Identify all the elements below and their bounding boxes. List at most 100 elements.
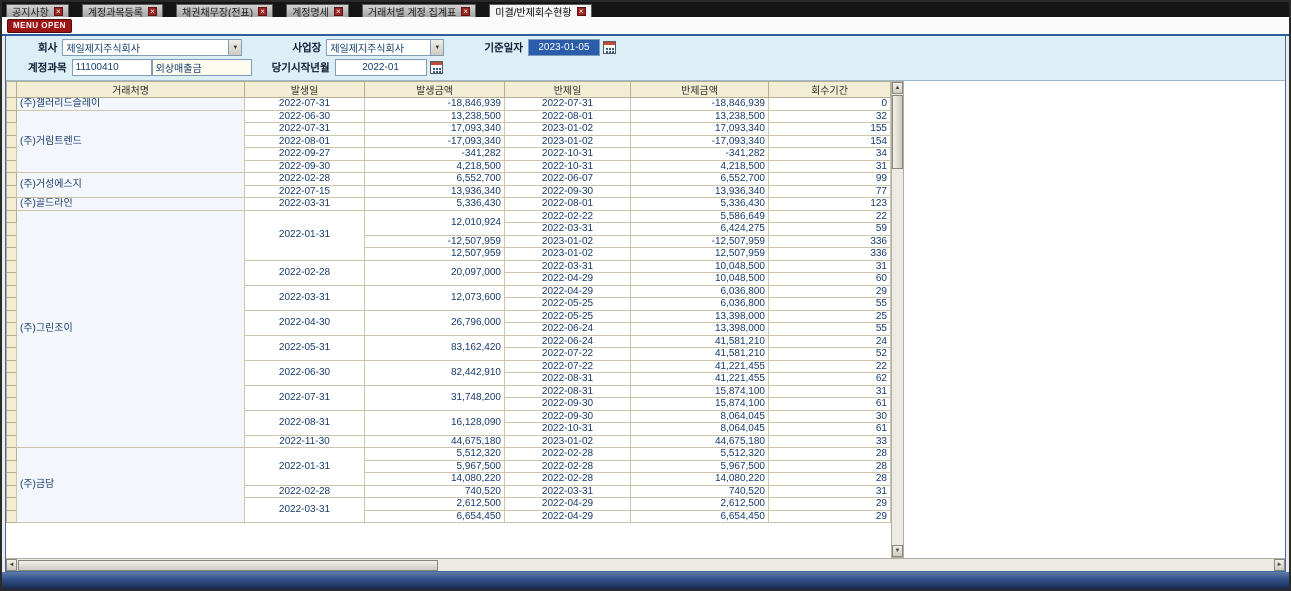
chevron-down-icon[interactable] xyxy=(228,40,241,55)
cell-collection-days: 29 xyxy=(769,510,891,523)
cell-settle-amount: -18,846,939 xyxy=(631,98,769,111)
cell-settle-amount: 12,507,959 xyxy=(631,248,769,261)
cell-occur-amount: 12,010,924 xyxy=(365,210,505,235)
cell-settle-date: 2022-08-31 xyxy=(505,373,631,386)
tab-6[interactable]: 미결/반제회수현황 xyxy=(489,4,591,17)
cell-collection-days: 60 xyxy=(769,273,891,286)
cell-settle-date: 2022-02-28 xyxy=(505,448,631,461)
cell-collection-days: 123 xyxy=(769,198,891,211)
company-select[interactable]: 제일제지주식회사 xyxy=(62,39,242,56)
scroll-right-icon[interactable] xyxy=(1274,559,1285,571)
cell-settle-date: 2023-01-02 xyxy=(505,235,631,248)
scroll-down-icon[interactable] xyxy=(892,545,903,557)
calendar-icon[interactable] xyxy=(603,41,616,54)
table-row[interactable]: (주)갤러리드슬레이2022-07-31-18,846,9392022-07-3… xyxy=(7,98,891,111)
table-row[interactable]: (주)금담2022-01-315,512,3202022-02-285,512,… xyxy=(7,448,891,461)
chevron-down-icon[interactable] xyxy=(430,40,443,55)
tab-5[interactable]: 거래처별 계정 집계표 xyxy=(362,4,476,17)
cell-collection-days: 336 xyxy=(769,248,891,261)
cell-settle-date: 2022-10-31 xyxy=(505,160,631,173)
base-date-label: 기준일자 xyxy=(484,40,523,55)
vertical-scrollbar[interactable] xyxy=(891,81,904,558)
cell-occur-amount: 82,442,910 xyxy=(365,360,505,385)
tab-4[interactable]: 계정명세 xyxy=(286,4,349,17)
data-grid: 거래처명발생일발생금액반제일반제금액회수기간 (주)갤러리드슬레이2022-07… xyxy=(6,81,891,558)
scroll-left-icon[interactable] xyxy=(6,559,17,571)
cell-settle-date: 2022-05-25 xyxy=(505,298,631,311)
table-row[interactable]: (주)골드라인2022-03-315,336,4302022-08-015,33… xyxy=(7,198,891,211)
cell-settle-amount: 6,036,800 xyxy=(631,298,769,311)
base-date-input[interactable]: 2023-01-05 xyxy=(528,39,600,56)
cell-collection-days: 31 xyxy=(769,385,891,398)
content-area: 회사 제일제지주식회사 사업장 제일제지주식회사 기준일자 2023-01-05… xyxy=(5,36,1286,572)
cell-occur-date: 2022-03-31 xyxy=(245,198,365,211)
tab-close-icon[interactable] xyxy=(334,7,343,16)
cell-occur-amount: -12,507,959 xyxy=(365,235,505,248)
cell-settle-amount: 8,064,045 xyxy=(631,410,769,423)
calendar-icon[interactable] xyxy=(430,61,443,74)
cell-settle-amount: 41,221,455 xyxy=(631,360,769,373)
cell-settle-date: 2022-10-31 xyxy=(505,148,631,161)
cell-collection-days: 99 xyxy=(769,173,891,186)
cell-settle-amount: 13,398,000 xyxy=(631,323,769,336)
cell-occur-date: 2022-02-28 xyxy=(245,485,365,498)
cell-settle-amount: 15,874,100 xyxy=(631,385,769,398)
filter-panel: 회사 제일제지주식회사 사업장 제일제지주식회사 기준일자 2023-01-05… xyxy=(6,36,1285,81)
row-indicator xyxy=(7,448,17,461)
cell-collection-days: 155 xyxy=(769,123,891,136)
menu-band: MENU OPEN xyxy=(2,17,1289,34)
table-row[interactable]: (주)거림트렌드2022-06-3013,238,5002022-08-0113… xyxy=(7,110,891,123)
row-indicator xyxy=(7,323,17,336)
cell-occur-amount: -18,846,939 xyxy=(365,98,505,111)
cell-collection-days: 34 xyxy=(769,148,891,161)
period-input[interactable]: 2022-01 xyxy=(335,59,427,76)
cell-occur-date: 2022-09-30 xyxy=(245,160,365,173)
row-indicator xyxy=(7,260,17,273)
table-row[interactable]: (주)그린조이2022-01-3112,010,9242022-02-225,5… xyxy=(7,210,891,223)
scroll-up-icon[interactable] xyxy=(892,82,903,94)
tab-close-icon[interactable] xyxy=(461,7,470,16)
cell-occur-date: 2022-07-31 xyxy=(245,123,365,136)
tab-close-icon[interactable] xyxy=(148,7,157,16)
cell-collection-days: 22 xyxy=(769,360,891,373)
cell-settle-amount: 6,424,275 xyxy=(631,223,769,236)
cell-settle-amount: 15,874,100 xyxy=(631,398,769,411)
tab-close-icon[interactable] xyxy=(258,7,267,16)
cell-settle-date: 2022-04-29 xyxy=(505,285,631,298)
row-indicator xyxy=(7,210,17,223)
cell-settle-date: 2022-06-07 xyxy=(505,173,631,186)
cell-settle-date: 2022-07-22 xyxy=(505,360,631,373)
cell-settle-date: 2022-09-30 xyxy=(505,398,631,411)
row-indicator xyxy=(7,473,17,486)
cell-settle-amount: 41,221,455 xyxy=(631,373,769,386)
row-indicator-header xyxy=(7,82,17,98)
tab-3[interactable]: 채권채무장(전표) xyxy=(176,4,273,17)
account-name-input[interactable]: 외상매출금 xyxy=(152,59,252,76)
cell-collection-days: 336 xyxy=(769,235,891,248)
row-indicator xyxy=(7,385,17,398)
account-code-input[interactable]: 11100410 xyxy=(72,59,152,76)
cell-settle-date: 2022-09-30 xyxy=(505,185,631,198)
tab-close-icon[interactable] xyxy=(577,7,586,16)
menu-open-button[interactable]: MENU OPEN xyxy=(7,19,72,33)
account-label: 계정과목 xyxy=(28,60,67,75)
cell-collection-days: 28 xyxy=(769,473,891,486)
cell-occur-date: 2022-01-31 xyxy=(245,210,365,260)
row-indicator xyxy=(7,135,17,148)
vertical-scroll-thumb[interactable] xyxy=(892,95,903,169)
site-select[interactable]: 제일제지주식회사 xyxy=(326,39,444,56)
tab-1[interactable]: 공지사항 xyxy=(6,4,69,17)
horizontal-scroll-thumb[interactable] xyxy=(18,560,438,571)
cell-settle-amount: 6,036,800 xyxy=(631,285,769,298)
tab-close-icon[interactable] xyxy=(54,7,63,16)
cell-occur-amount: 5,512,320 xyxy=(365,448,505,461)
cell-settle-date: 2022-09-30 xyxy=(505,410,631,423)
cell-settle-date: 2022-03-31 xyxy=(505,260,631,273)
cell-occur-date: 2022-04-30 xyxy=(245,310,365,335)
horizontal-scrollbar[interactable] xyxy=(6,558,1285,571)
tab-2[interactable]: 계정과목등록 xyxy=(82,4,163,17)
table-row[interactable]: (주)거성에스지2022-02-286,552,7002022-06-076,5… xyxy=(7,173,891,186)
cell-occur-amount: -341,282 xyxy=(365,148,505,161)
cell-settle-date: 2023-01-02 xyxy=(505,123,631,136)
cell-occur-amount: 13,238,500 xyxy=(365,110,505,123)
